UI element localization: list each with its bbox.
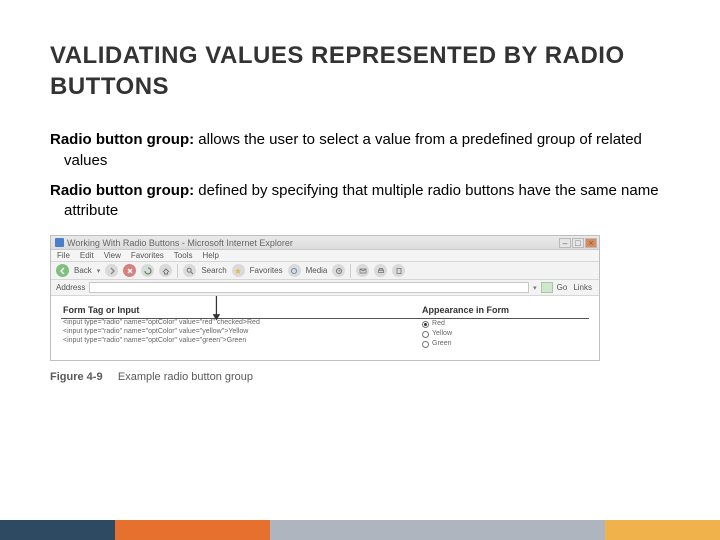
back-label: Back — [74, 266, 92, 275]
window-buttons: ‒ □ × — [559, 238, 597, 248]
media-icon[interactable] — [288, 264, 301, 277]
go-button[interactable] — [541, 282, 553, 293]
home-icon[interactable] — [159, 264, 172, 277]
toolbar-separator-2 — [350, 264, 351, 278]
slide-title: VALIDATING VALUES REPRESENTED BY RADIO B… — [50, 40, 670, 102]
figure-number: Figure 4-9 — [50, 371, 103, 383]
mail-icon[interactable] — [356, 264, 369, 277]
table-header-appearance: Appearance in Form — [420, 302, 589, 319]
table-header-code: Form Tag or Input — [61, 302, 420, 319]
code-line-1: <input type="radio" name="optColor" valu… — [63, 319, 418, 328]
address-input[interactable] — [89, 282, 529, 293]
address-dropdown-icon[interactable]: ▾ — [533, 284, 537, 292]
radio-icon — [422, 321, 429, 328]
search-icon[interactable] — [183, 264, 196, 277]
radio-label: Yellow — [432, 330, 452, 339]
go-label: Go — [557, 283, 568, 292]
media-label: Media — [306, 266, 328, 275]
search-label: Search — [201, 266, 226, 275]
figure-caption: Figure 4-9 Example radio button group — [50, 371, 670, 383]
footer-color-strip — [0, 520, 720, 540]
edit-icon[interactable] — [392, 264, 405, 277]
toolbar: Back ▾ Search — [51, 262, 599, 280]
window-titlebar: Working With Radio Buttons - Microsoft I… — [51, 236, 599, 250]
table-code-cell: <input type="radio" name="optColor" valu… — [61, 319, 420, 350]
menu-edit[interactable]: Edit — [80, 251, 94, 260]
refresh-icon[interactable] — [141, 264, 154, 277]
browser-window: Working With Radio Buttons - Microsoft I… — [50, 235, 600, 360]
menu-tools[interactable]: Tools — [174, 251, 193, 260]
menu-file[interactable]: File — [57, 251, 70, 260]
figure: Working With Radio Buttons - Microsoft I… — [50, 235, 670, 382]
stop-icon[interactable] — [123, 264, 136, 277]
address-label: Address — [56, 283, 85, 292]
paragraph-1: Radio button group: allows the user to s… — [50, 130, 670, 171]
table-appearance-cell: Red Yellow Green — [420, 319, 589, 350]
maximize-button[interactable]: □ — [572, 238, 584, 248]
toolbar-separator — [177, 264, 178, 278]
figure-caption-text: Example radio button group — [118, 371, 253, 383]
browser-content: Form Tag or Input Appearance in Form <in… — [51, 296, 599, 359]
back-dropdown-icon[interactable]: ▾ — [97, 267, 101, 275]
menu-view[interactable]: View — [104, 251, 121, 260]
radio-option-red[interactable]: Red — [422, 320, 587, 329]
favorites-icon[interactable] — [232, 264, 245, 277]
radio-option-green[interactable]: Green — [422, 340, 587, 349]
minimize-button[interactable]: ‒ — [559, 238, 571, 248]
radio-icon — [422, 331, 429, 338]
example-table: Form Tag or Input Appearance in Form <in… — [61, 302, 589, 349]
menu-help[interactable]: Help — [202, 251, 218, 260]
code-line-3: <input type="radio" name="optColor" valu… — [63, 337, 418, 346]
favorites-label: Favorites — [250, 266, 283, 275]
radio-label: Green — [432, 340, 451, 349]
ie-icon — [55, 238, 64, 247]
code-line-2: <input type="radio" name="optColor" valu… — [63, 328, 418, 337]
radio-label: Red — [432, 320, 445, 329]
links-button[interactable]: Links — [571, 283, 594, 292]
radio-option-yellow[interactable]: Yellow — [422, 330, 587, 339]
menubar: File Edit View Favorites Tools Help — [51, 250, 599, 262]
radio-icon — [422, 341, 429, 348]
window-title-text: Working With Radio Buttons - Microsoft I… — [67, 238, 293, 248]
paragraph-2-label: Radio button group: — [50, 182, 198, 199]
back-icon[interactable] — [56, 264, 69, 277]
print-icon[interactable] — [374, 264, 387, 277]
paragraph-2: Radio button group: defined by specifyin… — [50, 181, 670, 222]
close-button[interactable]: × — [585, 238, 597, 248]
forward-icon[interactable] — [105, 264, 118, 277]
paragraph-1-label: Radio button group: — [50, 131, 198, 148]
history-icon[interactable] — [332, 264, 345, 277]
body-text: Radio button group: allows the user to s… — [50, 130, 670, 221]
address-bar: Address ▾ Go Links — [51, 280, 599, 296]
menu-favorites[interactable]: Favorites — [131, 251, 164, 260]
